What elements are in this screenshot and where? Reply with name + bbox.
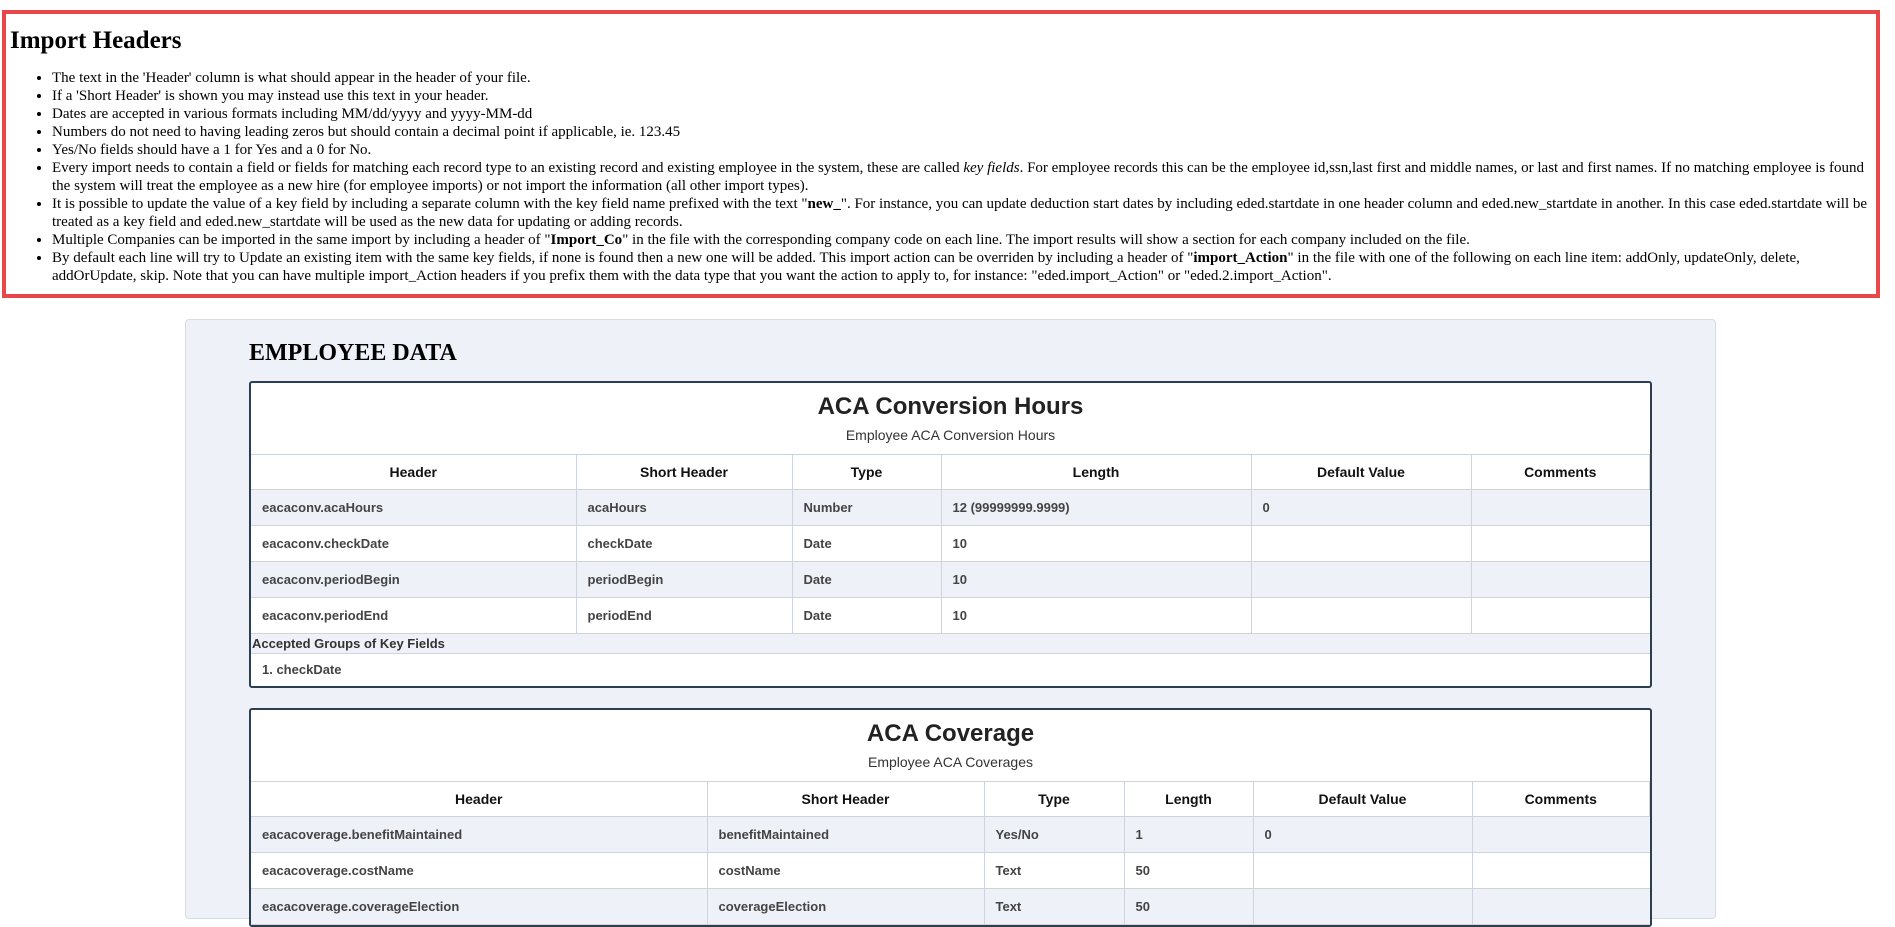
instruction-text: By default each line will try to Update … bbox=[52, 250, 1194, 266]
instruction-item: Multiple Companies can be imported in th… bbox=[52, 231, 1873, 249]
table-cell: eacacoverage.benefitMaintained bbox=[251, 816, 707, 853]
table-cell: acaHours bbox=[575, 489, 792, 526]
import-headers-title: Import Headers bbox=[10, 27, 182, 54]
table-cell: eacaconv.acaHours bbox=[251, 489, 576, 526]
table-cell: eacaconv.checkDate bbox=[251, 525, 576, 562]
table-row: eacaconv.acaHours acaHours Number 12 (99999… bbox=[251, 489, 1650, 526]
instruction-item: Numbers do not need to having leading ze… bbox=[52, 123, 1873, 141]
employee-data-heading: EMPLOYEE DATA bbox=[249, 340, 457, 366]
instruction-text: Every import needs to contain a field or… bbox=[52, 160, 964, 176]
table-cell: 1 bbox=[1123, 816, 1253, 853]
table-cell: 0 bbox=[1252, 816, 1472, 853]
section-aca-coverage: ACA Coverage Employee ACA Coverages Head… bbox=[249, 708, 1652, 927]
fields-table: Header Short Header Type Length Default Valu… bbox=[251, 454, 1650, 634]
instruction-item: Dates are accepted in various formats in… bbox=[52, 105, 1873, 123]
column-header: Header bbox=[251, 781, 708, 817]
table-cell: Text bbox=[983, 852, 1124, 889]
section-aca-conversion-hours: ACA Conversion Hours Employee ACA Conver… bbox=[249, 381, 1652, 688]
column-header: Length bbox=[1123, 781, 1254, 817]
table-cell bbox=[1471, 816, 1650, 853]
key-fields-label: Accepted Groups of Key Fields bbox=[251, 634, 1650, 654]
table-cell: benefitMaintained bbox=[706, 816, 984, 853]
table-cell: 10 bbox=[940, 561, 1251, 598]
instruction-text: Dates are accepted in various formats in… bbox=[52, 106, 533, 122]
table-cell: eacacoverage.coverageElection bbox=[251, 888, 707, 925]
section-title: ACA Coverage bbox=[866, 720, 1035, 747]
instruction-text: The text in the 'Header' column is what … bbox=[52, 70, 531, 86]
table-cell: 12 (99999999.9999) bbox=[940, 489, 1251, 526]
table-row: eacaconv.periodBegin periodBegin Date 10 bbox=[251, 561, 1650, 598]
table-cell: 0 bbox=[1250, 489, 1471, 526]
column-header: Default Value bbox=[1250, 454, 1472, 490]
italic-term: key fields bbox=[963, 160, 1020, 176]
table-cell bbox=[1250, 525, 1471, 562]
table-cell: eacaconv.periodEnd bbox=[251, 597, 576, 634]
table-cell: periodEnd bbox=[575, 597, 792, 634]
instruction-item: If a 'Short Header' is shown you may ins… bbox=[52, 87, 1873, 105]
table-cell bbox=[1471, 888, 1650, 925]
column-header: Short Header bbox=[706, 781, 985, 817]
column-header: Header bbox=[251, 454, 577, 490]
table-cell: eacacoverage.costName bbox=[251, 852, 707, 889]
instruction-item: It is possible to update the value of a … bbox=[52, 195, 1873, 231]
instruction-text: " in the file with the corresponding com… bbox=[622, 232, 1470, 248]
fields-table: Header Short Header Type Length Default Valu… bbox=[251, 781, 1650, 925]
table-cell: periodBegin bbox=[575, 561, 792, 598]
column-header: Length bbox=[940, 454, 1252, 490]
table-cell: 10 bbox=[940, 597, 1251, 634]
emphasis-text: new_ bbox=[807, 196, 841, 212]
column-header: Comments bbox=[1470, 454, 1650, 490]
table-cell bbox=[1250, 561, 1471, 598]
table-row: eacacoverage.costName costName Text 50 bbox=[251, 852, 1650, 889]
section-subtitle: Employee ACA Coverages bbox=[868, 754, 1033, 770]
table-cell: Text bbox=[983, 888, 1124, 925]
column-header: Default Value bbox=[1252, 781, 1473, 817]
instruction-item: By default each line will try to Update … bbox=[52, 249, 1873, 285]
instruction-text: If a 'Short Header' is shown you may ins… bbox=[52, 88, 489, 104]
table-cell bbox=[1252, 852, 1472, 889]
table-cell bbox=[1470, 597, 1650, 634]
emphasis-text: Import_Co bbox=[550, 232, 623, 248]
table-cell: 50 bbox=[1123, 852, 1253, 889]
table-cell: 50 bbox=[1123, 888, 1253, 925]
table-cell bbox=[1252, 888, 1472, 925]
column-header: Short Header bbox=[575, 454, 793, 490]
table-row: eacaconv.checkDate checkDate Date 10 bbox=[251, 525, 1650, 562]
table-row: eacaconv.periodEnd periodEnd Date 10 bbox=[251, 597, 1650, 634]
import-headers-panel: Import Headers The text in the 'Header' … bbox=[2, 10, 1880, 298]
table-cell: Date bbox=[791, 525, 941, 562]
instruction-text: Multiple Companies can be imported in th… bbox=[52, 232, 551, 248]
table-cell bbox=[1470, 525, 1650, 562]
table-cell: coverageElection bbox=[706, 888, 984, 925]
section-title: ACA Conversion Hours bbox=[817, 393, 1084, 420]
table-cell: Yes/No bbox=[983, 816, 1124, 853]
table-cell: Number bbox=[791, 489, 941, 526]
table-cell bbox=[1470, 561, 1650, 598]
instructions-list: The text in the 'Header' column is what … bbox=[10, 69, 1873, 285]
column-header: Type bbox=[791, 454, 942, 490]
table-cell bbox=[1250, 597, 1471, 634]
instruction-text: Yes/No fields should have a 1 for Yes an… bbox=[52, 142, 372, 158]
employee-data-panel: EMPLOYEE DATA ACA Conversion Hours Emplo… bbox=[185, 319, 1716, 927]
instruction-text: Numbers do not need to having leading ze… bbox=[52, 124, 681, 140]
table-cell: costName bbox=[706, 852, 984, 889]
table-cell bbox=[1471, 852, 1650, 889]
table-cell bbox=[1470, 489, 1650, 526]
table-cell: eacaconv.periodBegin bbox=[251, 561, 576, 598]
emphasis-text: import_Action bbox=[1193, 250, 1288, 266]
instruction-text: It is possible to update the value of a … bbox=[52, 196, 808, 212]
table-cell: Date bbox=[791, 597, 941, 634]
table-row: eacacoverage.coverageElection coverageEle… bbox=[251, 888, 1650, 925]
table-cell: checkDate bbox=[575, 525, 792, 562]
instruction-item: The text in the 'Header' column is what … bbox=[52, 69, 1873, 87]
table-row: eacacoverage.benefitMaintained benefitMai… bbox=[251, 816, 1650, 853]
column-header: Comments bbox=[1471, 781, 1650, 817]
table-cell: 10 bbox=[940, 525, 1251, 562]
instruction-item: Every import needs to contain a field or… bbox=[52, 159, 1873, 195]
key-field-item: 1. checkDate bbox=[262, 662, 342, 677]
instruction-item: Yes/No fields should have a 1 for Yes an… bbox=[52, 141, 1873, 159]
table-cell: Date bbox=[791, 561, 941, 598]
column-header: Type bbox=[983, 781, 1125, 817]
section-subtitle: Employee ACA Conversion Hours bbox=[845, 427, 1056, 443]
